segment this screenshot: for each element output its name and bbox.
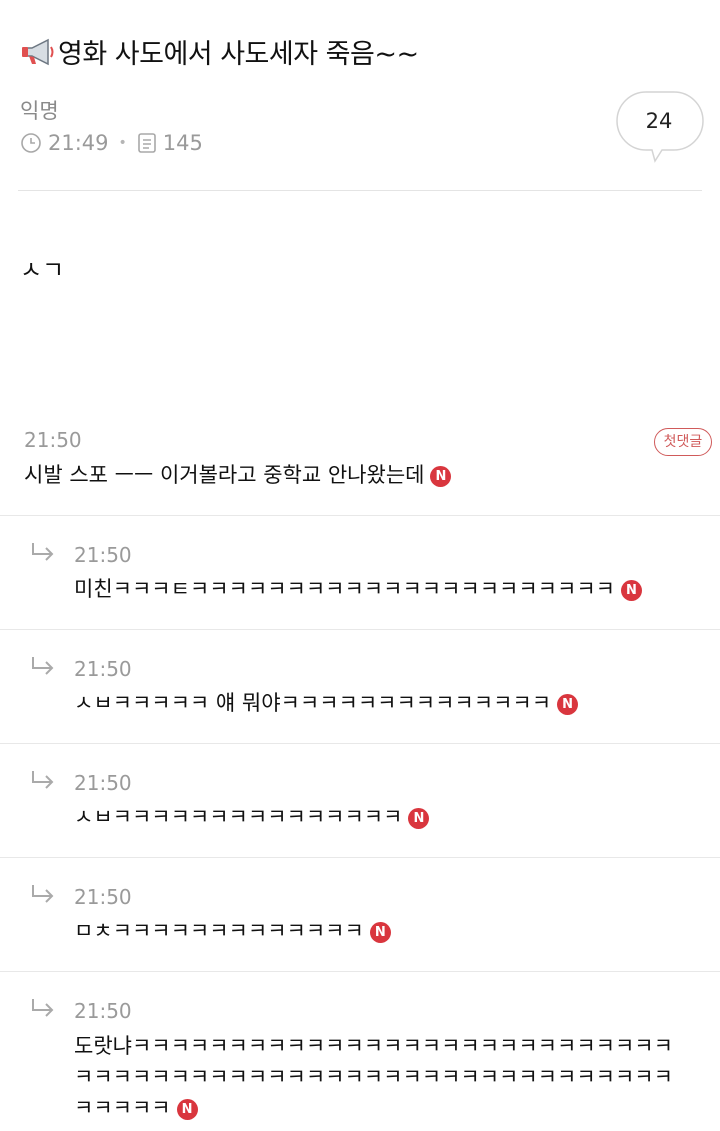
post-title: 영화 사도에서 사도세자 죽음~~	[58, 39, 419, 70]
reply-text-wrap: 미친ㅋㅋㅋㅌㅋㅋㅋㅋㅋㅋㅋㅋㅋㅋㅋㅋㅋㅋㅋㅋㅋㅋㅋㅋㅋㅋ N	[74, 577, 642, 601]
reply-text: ㅅㅂㅋㅋㅋㅋㅋ 얘 뭐야ㅋㅋㅋㅋㅋㅋㅋㅋㅋㅋㅋㅋㅋㅋ	[74, 691, 552, 715]
comment-text-wrap: 시발 스포 ㅡㅡ 이거볼라고 중학교 안나왔는데 N	[24, 463, 452, 487]
reply-time: 21:50	[74, 771, 132, 795]
reply-time: 21:50	[74, 543, 132, 567]
comment-count: 24	[645, 109, 673, 133]
post-body: ㅅㄱ	[20, 256, 65, 284]
reply-text-wrap: ㅅㅂㅋㅋㅋㅋㅋㅋㅋㅋㅋㅋㅋㅋㅋㅋㅋ N	[74, 805, 430, 829]
reply-time: 21:50	[74, 999, 132, 1023]
first-comment-badge: 첫댓글	[654, 428, 712, 456]
reply-text: ㅅㅂㅋㅋㅋㅋㅋㅋㅋㅋㅋㅋㅋㅋㅋㅋㅋ	[74, 805, 403, 829]
post-title-row: 영화 사도에서 사도세자 죽음~~	[20, 32, 419, 71]
post-meta: 21:49 • 145	[20, 131, 203, 155]
reply-arrow-icon	[32, 771, 54, 789]
reply-time: 21:50	[74, 657, 132, 681]
comment-divider	[0, 971, 720, 972]
reply-text-wrap: ㅁㅊㅋㅋㅋㅋㅋㅋㅋㅋㅋㅋㅋㅋㅋ N	[74, 919, 391, 943]
comment-divider	[0, 629, 720, 630]
post-author: 익명	[20, 99, 59, 123]
reply-arrow-icon	[32, 543, 54, 561]
post-header: 영화 사도에서 사도세자 죽음~~ 익명 21:49 • 145 24	[0, 0, 720, 192]
header-divider	[18, 190, 702, 191]
new-badge-icon: N	[430, 466, 452, 487]
megaphone-icon	[22, 38, 54, 65]
reply-text-wrap: 도랏냐ㅋㅋㅋㅋㅋㅋㅋㅋㅋㅋㅋㅋㅋㅋㅋㅋㅋㅋㅋㅋㅋㅋㅋㅋㅋㅋㅋㅋㅋㅋㅋㅋㅋㅋㅋㅋㅋ…	[74, 1031, 686, 1124]
reply-arrow-icon	[32, 885, 54, 903]
post-views: 145	[162, 131, 203, 155]
comment-time: 21:50	[24, 428, 82, 452]
reply-arrow-icon	[32, 657, 54, 675]
post-time: 21:49	[48, 131, 109, 155]
reply-text: 미친ㅋㅋㅋㅌㅋㅋㅋㅋㅋㅋㅋㅋㅋㅋㅋㅋㅋㅋㅋㅋㅋㅋㅋㅋㅋㅋ	[74, 577, 615, 601]
reply-text: 도랏냐ㅋㅋㅋㅋㅋㅋㅋㅋㅋㅋㅋㅋㅋㅋㅋㅋㅋㅋㅋㅋㅋㅋㅋㅋㅋㅋㅋㅋㅋㅋㅋㅋㅋㅋㅋㅋㅋ…	[74, 1034, 673, 1120]
reply-text-wrap: ㅅㅂㅋㅋㅋㅋㅋ 얘 뭐야ㅋㅋㅋㅋㅋㅋㅋㅋㅋㅋㅋㅋㅋㅋ N	[74, 691, 579, 715]
meta-separator: •	[118, 135, 127, 151]
comment-count-button[interactable]: 24	[616, 91, 704, 163]
new-badge-icon: N	[408, 808, 430, 829]
clock-icon	[21, 133, 41, 153]
document-icon	[137, 133, 156, 153]
new-badge-icon: N	[176, 1099, 198, 1120]
new-badge-icon: N	[620, 580, 642, 601]
comment-divider	[0, 857, 720, 858]
reply-arrow-icon	[32, 999, 54, 1017]
new-badge-icon: N	[557, 694, 579, 715]
comment-text: 시발 스포 ㅡㅡ 이거볼라고 중학교 안나왔는데	[24, 463, 425, 487]
reply-text: ㅁㅊㅋㅋㅋㅋㅋㅋㅋㅋㅋㅋㅋㅋㅋ	[74, 919, 364, 943]
comment-divider	[0, 743, 720, 744]
comment-divider	[0, 515, 720, 516]
reply-time: 21:50	[74, 885, 132, 909]
new-badge-icon: N	[369, 922, 391, 943]
